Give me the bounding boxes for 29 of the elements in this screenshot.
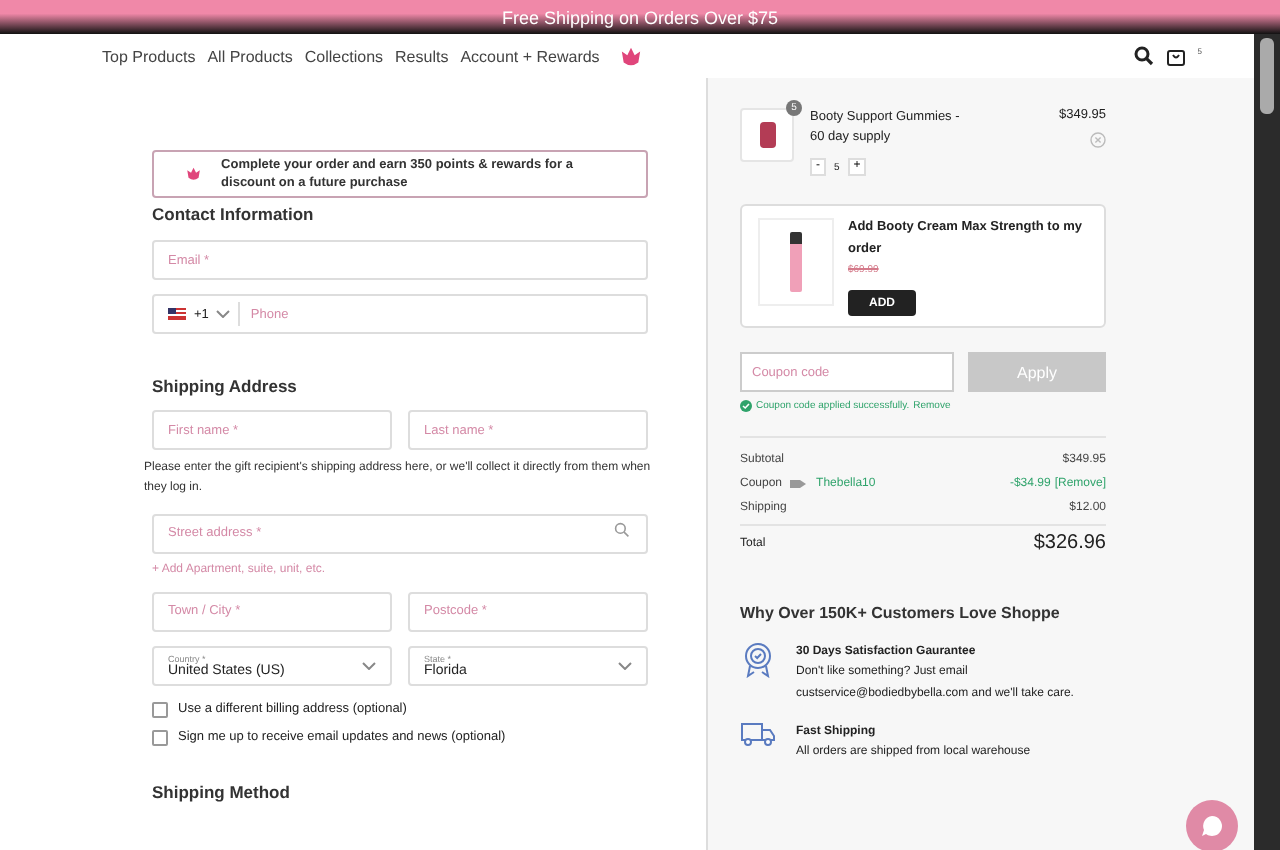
nav-link[interactable]: Collections [304, 47, 384, 65]
total-value: $326.96 [1033, 532, 1106, 555]
nav-link[interactable]: All Products [207, 47, 293, 65]
banner-text: Free Shipping on Orders Over $75 [501, 7, 779, 27]
section-heading: Contact Information [152, 204, 316, 225]
shopping-bag-icon[interactable] [1165, 46, 1186, 66]
search-icon[interactable] [1133, 46, 1154, 66]
checkbox[interactable] [152, 729, 168, 746]
flag-icon [168, 308, 186, 321]
chat-bubble-icon [1200, 814, 1224, 838]
check-circle-icon [740, 400, 752, 413]
section-heading: Why Over 150K+ Customers Love Shoppe [740, 604, 1062, 623]
chevron-down-icon [618, 661, 632, 670]
truck-icon [740, 721, 776, 746]
tag-icon [790, 478, 809, 491]
scrollbar[interactable] [1254, 34, 1280, 850]
award-badge-icon [740, 642, 776, 679]
nav-link[interactable]: Account + Rewards [460, 47, 600, 65]
nav-link[interactable]: Top Products [102, 47, 196, 65]
chevron-down-icon [216, 310, 231, 319]
bottle-icon [790, 232, 802, 293]
chat-button[interactable] [1186, 800, 1238, 850]
nav-link[interactable]: Results [395, 47, 449, 65]
search-icon [614, 522, 630, 539]
chevron-down-icon [362, 661, 376, 670]
section-heading: Shipping Method [152, 781, 292, 802]
section-heading: Shipping Address [152, 376, 299, 397]
checkbox[interactable] [152, 701, 168, 718]
jar-icon [759, 122, 775, 148]
